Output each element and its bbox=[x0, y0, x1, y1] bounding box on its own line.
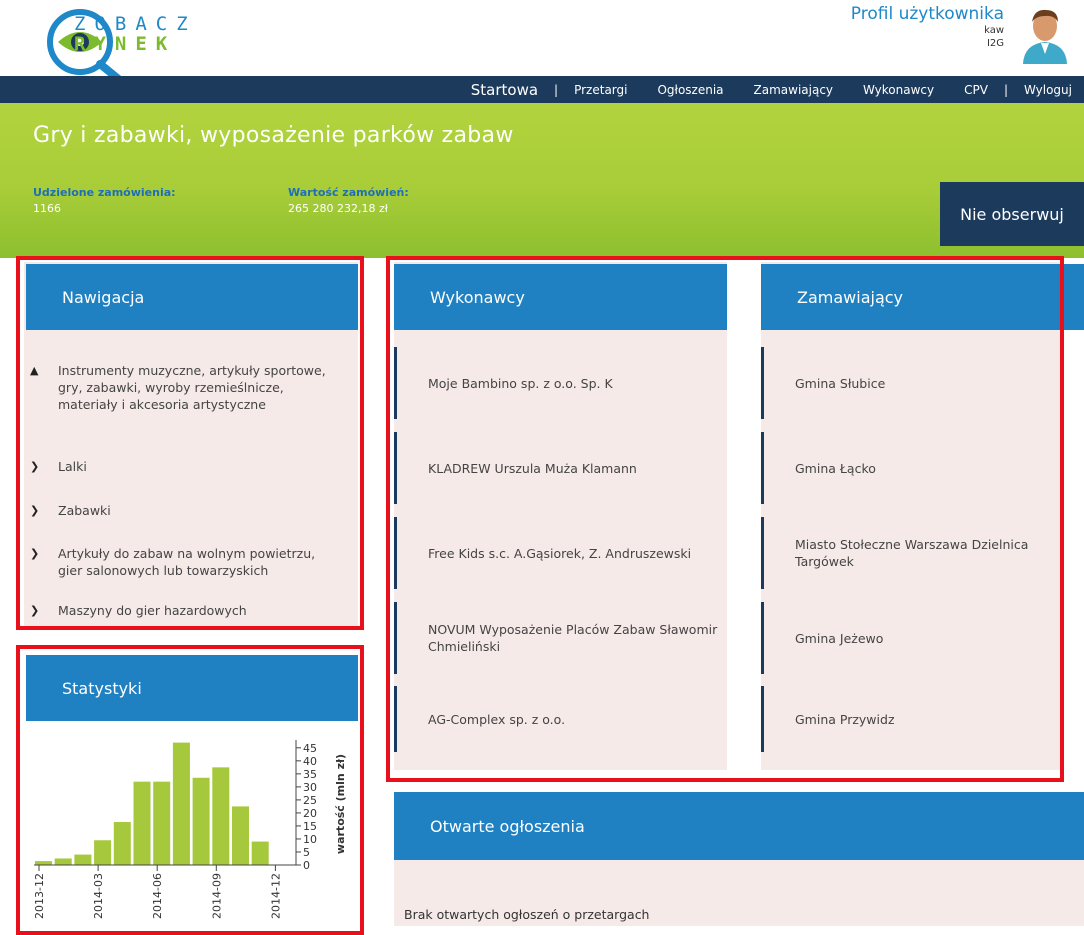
profile-user: kaw bbox=[984, 25, 1004, 36]
highlight-frame bbox=[16, 256, 364, 630]
nav-zamawiajacy[interactable]: Zamawiający bbox=[754, 83, 834, 97]
orders-label: Udzielone zamówienia: bbox=[33, 186, 176, 199]
category-banner: Gry i zabawki, wyposażenie parków zabaw … bbox=[0, 103, 1084, 258]
open-notices-title: Otwarte ogłoszenia bbox=[394, 792, 1084, 860]
header: ZOBACZ RYNEK Profil użytkownika kaw I2G bbox=[0, 0, 1084, 94]
value-value: 265 280 232,18 zł bbox=[288, 202, 388, 215]
logo-line-1: ZOBACZ bbox=[74, 13, 197, 35]
orders-value: 1166 bbox=[33, 202, 61, 215]
page-title: Gry i zabawki, wyposażenie parków zabaw bbox=[33, 123, 514, 148]
avatar-icon[interactable] bbox=[1020, 6, 1070, 64]
unwatch-button[interactable]: Nie obserwuj bbox=[940, 182, 1084, 246]
open-notices-empty: Brak otwartych ogłoszeń o przetargach bbox=[404, 907, 650, 922]
nav-wyloguj[interactable]: Wyloguj bbox=[1024, 83, 1072, 97]
profile-title[interactable]: Profil użytkownika bbox=[851, 4, 1004, 24]
nav-startowa[interactable]: Startowa bbox=[471, 81, 538, 99]
highlight-frame bbox=[16, 645, 364, 935]
value-label: Wartość zamówień: bbox=[288, 186, 409, 199]
nav-wykonawcy[interactable]: Wykonawcy bbox=[863, 83, 934, 97]
profile-company: I2G bbox=[986, 38, 1004, 49]
highlight-frame bbox=[386, 256, 1064, 782]
main-nav: Startowa | Przetargi Ogłoszenia Zamawiaj… bbox=[0, 76, 1084, 103]
nav-przetargi[interactable]: Przetargi bbox=[574, 83, 627, 97]
nav-ogloszenia[interactable]: Ogłoszenia bbox=[657, 83, 723, 97]
nav-separator: | bbox=[554, 82, 559, 97]
profile[interactable]: Profil użytkownika kaw I2G bbox=[851, 4, 1004, 50]
logo-line-2: RYNEK bbox=[74, 33, 177, 55]
logo-wordmark: ZOBACZ RYNEK bbox=[74, 14, 197, 54]
nav-cpv[interactable]: CPV bbox=[964, 83, 988, 97]
nav-separator: | bbox=[1003, 82, 1008, 97]
